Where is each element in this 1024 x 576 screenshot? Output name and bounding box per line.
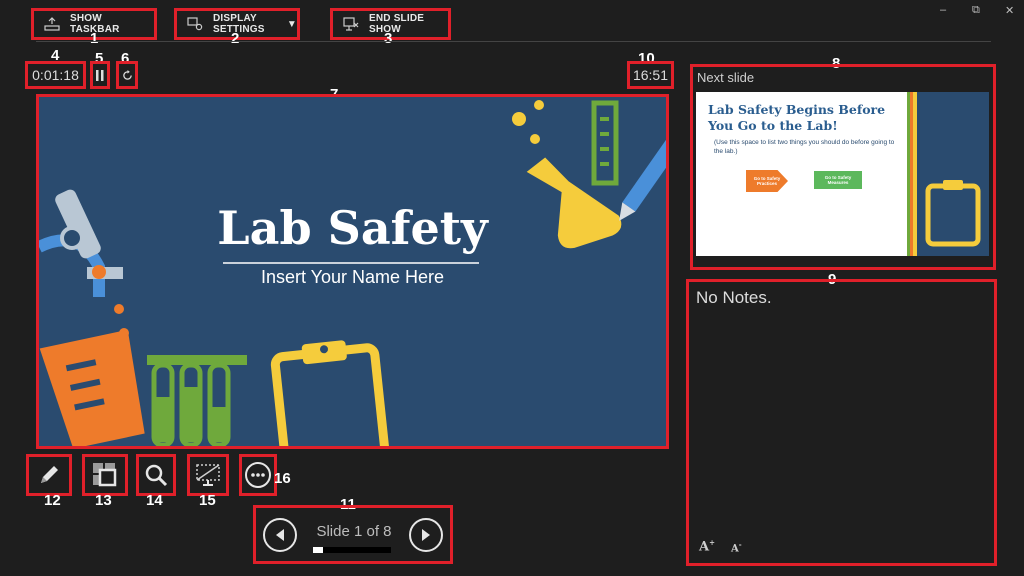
elapsed-timer: 0:01:18 [25,61,86,89]
black-screen-button[interactable] [187,454,229,496]
annotation-1: 1 [90,30,99,47]
toolbar-divider [36,41,991,42]
beaker-icon [39,329,145,446]
taskbar-icon [44,17,60,31]
next-slide-title: Lab Safety Begins Before You Go to the L… [708,102,886,133]
zoom-button[interactable] [136,454,176,496]
more-icon [245,462,271,488]
arrow-left-icon [276,529,284,541]
next-slide-thumbnail: Lab Safety Begins Before You Go to the L… [696,92,989,256]
ruler-icon [591,100,619,186]
clipboard-icon [925,180,981,247]
clock-value: 16:51 [632,67,669,83]
annotation-2: 2 [231,30,240,47]
pen-icon [41,466,58,483]
chevron-down-icon: ▼ [286,18,297,30]
end-slide-show-label: END SLIDE SHOW [369,13,425,35]
increase-font-button[interactable]: A+ [699,538,715,554]
restore-button[interactable]: ⧉ [972,4,980,17]
minimize-button[interactable]: – [940,4,946,16]
display-settings-label: DISPLAY SETTINGS [213,13,265,35]
reset-timer-button[interactable] [116,61,138,89]
annotation-12: 12 [44,492,61,509]
next-slide-label: Next slide [697,70,755,85]
pause-timer-button[interactable] [90,61,110,89]
reset-icon [122,69,132,80]
grid-icon [93,463,117,487]
annotation-3: 3 [384,30,393,47]
elapsed-time: 0:01:18 [32,67,79,83]
slide-progress-bar [313,547,391,553]
annotation-14: 14 [146,492,163,509]
notes-panel[interactable]: No Notes. A+ A- [686,279,997,566]
slide-counter: Slide 1 of 8 [316,523,392,540]
pause-icon [96,69,104,81]
next-slide-button[interactable] [409,518,443,552]
current-slide[interactable]: Lab Safety Insert Your Name Here [36,94,669,449]
annotation-16: 16 [274,470,291,487]
pen-tool-button[interactable] [26,454,72,496]
test-tubes-icon [147,355,247,446]
end-show-icon [343,17,359,31]
slide-subtitle: Insert Your Name Here [260,267,445,287]
slide-navigation: Slide 1 of 8 [253,505,453,564]
close-button[interactable]: ✕ [1005,4,1014,17]
decrease-font-label: A [731,543,739,554]
annotation-13: 13 [95,492,112,509]
more-options-button[interactable] [239,454,277,496]
clipboard-icon [270,340,390,446]
display-settings-icon [187,17,203,31]
increase-font-label: A [699,539,710,554]
see-all-slides-button[interactable] [82,454,128,496]
decrease-font-button[interactable]: A- [731,540,742,554]
previous-slide-button[interactable] [263,518,297,552]
arrow-right-icon [422,529,430,541]
slide-progress-fill [313,547,323,553]
screen-toggle-icon [196,464,220,486]
magnifier-icon [145,464,168,487]
notes-text: No Notes. [696,288,772,307]
next-slide-panel[interactable]: Next slide Lab Safety Begins Before You … [690,64,996,270]
annotation-15: 15 [199,492,216,509]
current-time: 16:51 [627,61,674,89]
slide-title: Lab Safety [217,201,488,255]
show-taskbar-label: SHOW TASKBAR [70,13,120,35]
next-slide-button-1: Go to Safety Practices [746,170,788,192]
next-slide-button-2: Go to Safety Measures [814,171,862,189]
next-slide-bullet: (Use this space to list two things you s… [714,139,895,155]
